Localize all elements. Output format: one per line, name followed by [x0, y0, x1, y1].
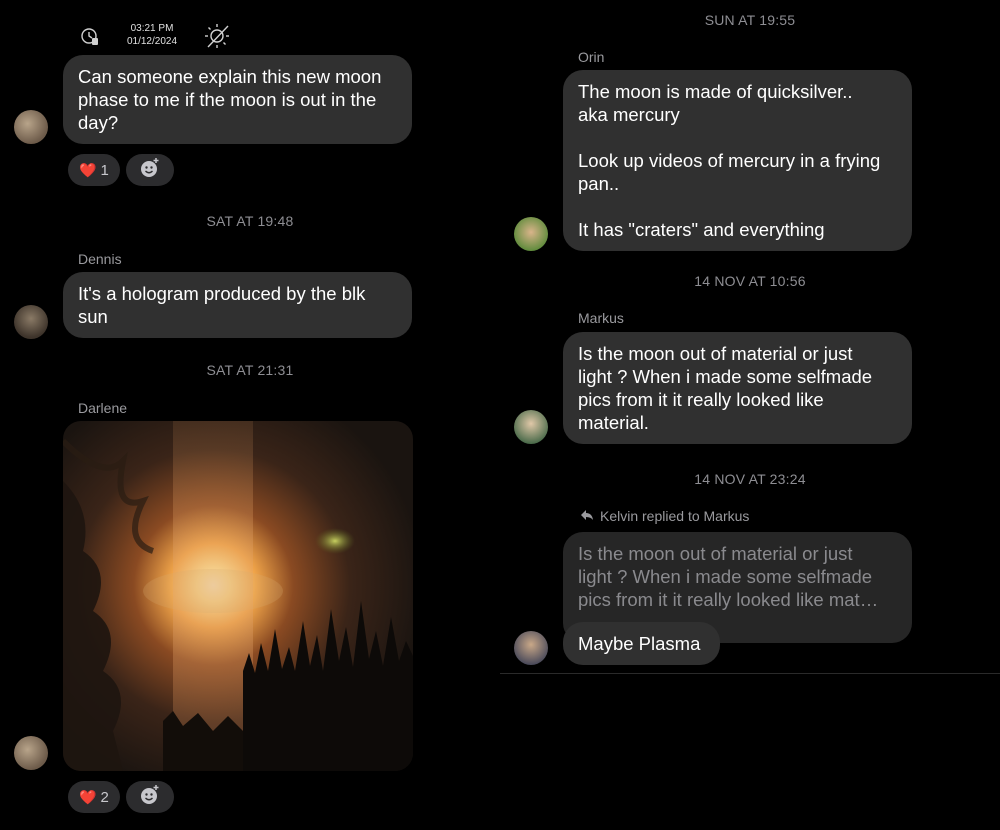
message-bubble[interactable]: Maybe Plasma: [563, 622, 720, 665]
divider: [500, 673, 1000, 674]
message-text: Maybe Plasma: [578, 633, 701, 654]
reaction-count: 2: [100, 788, 109, 806]
message-text: light ? When i made some selfmade: [578, 366, 873, 387]
heart-icon: ❤️: [79, 161, 97, 178]
add-emoji-icon: [139, 784, 161, 810]
clock-icon: [80, 26, 100, 51]
message-text: Can someone explain this new moon: [78, 66, 382, 87]
reply-label: Kelvin replied to Markus: [580, 508, 749, 524]
add-emoji-icon: [139, 157, 161, 183]
quoted-text: pics from it it really looked like mat…: [578, 589, 879, 610]
message-text: pics from it it really looked like: [578, 389, 824, 410]
message-text: phase to me if the moon is out in the: [78, 89, 377, 110]
message-text: sun: [78, 306, 108, 327]
avatar[interactable]: [514, 217, 548, 251]
sender-name: Orin: [578, 49, 605, 65]
message-text: day?: [78, 112, 119, 133]
message-text: Is the moon out of material or just: [578, 343, 853, 364]
status-bar: 03:21 PM 01/12/2024: [70, 18, 240, 52]
quoted-text: light ? When i made some selfmade: [578, 566, 873, 587]
message-bubble[interactable]: Is the moon out of material or just ligh…: [563, 332, 912, 444]
timestamp: SAT AT 19:48: [206, 213, 294, 229]
sender-name: Dennis: [78, 251, 122, 267]
status-date: 01/12/2024: [126, 36, 178, 47]
photo-sunset-trees[interactable]: [63, 421, 413, 771]
message-text: The moon is made of quicksilver..: [578, 81, 853, 102]
message-text: Look up videos of mercury in a frying: [578, 150, 881, 171]
status-time: 03:21 PM: [130, 23, 174, 34]
timestamp: 14 NOV AT 23:24: [694, 471, 806, 487]
avatar[interactable]: [14, 736, 48, 770]
add-reaction-button[interactable]: [126, 781, 174, 813]
avatar[interactable]: [514, 410, 548, 444]
heart-icon: ❤️: [79, 788, 97, 805]
reply-arrow-icon: [580, 508, 594, 524]
timestamp: SUN AT 19:55: [704, 12, 796, 28]
timestamp: SAT AT 21:31: [206, 362, 294, 378]
message-bubble[interactable]: Can someone explain this new moon phase …: [63, 55, 412, 144]
reaction-count: 1: [100, 161, 109, 179]
message-text: pan..: [578, 173, 620, 194]
right-chat-pane: SUN AT 19:55 Orin The moon is made of qu…: [500, 0, 1000, 830]
message-text: material.: [578, 412, 649, 433]
sender-name: Markus: [578, 310, 624, 326]
reply-label-text: Kelvin replied to Markus: [600, 508, 750, 524]
reaction-heart[interactable]: ❤️ 2: [68, 781, 120, 813]
status-datetime: 03:21 PM 01/12/2024: [122, 22, 182, 48]
add-reaction-button[interactable]: [126, 154, 174, 186]
reaction-heart[interactable]: ❤️ 1: [68, 154, 120, 186]
message-text: It has "craters" and everything: [578, 219, 825, 240]
message-text: It's a hologram produced by the blk: [78, 283, 366, 304]
message-bubble[interactable]: It's a hologram produced by the blk sun: [63, 272, 412, 338]
brightness-off-icon[interactable]: [204, 23, 230, 54]
quoted-text: Is the moon out of material or just: [578, 543, 853, 564]
message-bubble[interactable]: The moon is made of quicksilver.. aka me…: [563, 70, 912, 251]
timestamp: 14 NOV AT 10:56: [694, 273, 806, 289]
avatar[interactable]: [514, 631, 548, 665]
message-text: aka mercury: [578, 104, 680, 125]
sender-name: Darlene: [78, 400, 128, 416]
left-chat-pane: 03:21 PM 01/12/2024 Can someone explain …: [0, 0, 500, 830]
avatar[interactable]: [14, 110, 48, 144]
avatar[interactable]: [14, 305, 48, 339]
